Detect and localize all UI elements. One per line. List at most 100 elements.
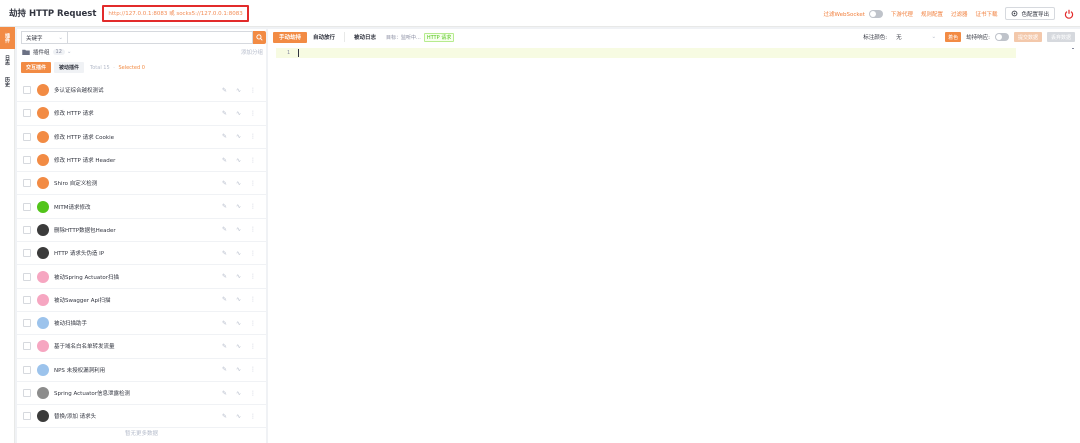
activity-icon[interactable]: ∿ [236,366,241,373]
plugin-checkbox[interactable] [23,179,31,188]
activity-icon[interactable]: ∿ [236,413,241,420]
plugin-checkbox[interactable] [23,295,31,304]
plugin-list-item[interactable]: 被动扫描助手 ✎ ∿ ⋮ [17,312,266,336]
more-icon[interactable]: ⋮ [250,110,256,117]
edit-icon[interactable]: ✎ [222,203,227,210]
activity-icon[interactable]: ∿ [236,343,241,350]
activity-icon[interactable]: ∿ [236,320,241,327]
more-icon[interactable]: ⋮ [250,366,256,373]
plugin-checkbox[interactable] [23,202,31,211]
activity-icon[interactable]: ∿ [236,203,241,210]
plugin-list-item[interactable]: 删除HTTP数据包Header ✎ ∿ ⋮ [17,219,266,243]
highlight-button[interactable]: 着色 [945,32,962,42]
plugin-list-item[interactable]: 基于域名白名单转发流量 ✎ ∿ ⋮ [17,335,266,359]
passive-log-button[interactable]: 被动日志 [348,32,382,43]
plugin-list-item[interactable]: NPS 未授权漏洞利用 ✎ ∿ ⋮ [17,359,266,382]
edit-icon[interactable]: ✎ [222,250,227,257]
plugin-list-item[interactable]: 修改 HTTP 请求 Header ✎ ∿ ⋮ [17,149,266,173]
activity-icon[interactable]: ∿ [236,273,241,280]
plugin-list-item[interactable]: 多认证综合越权测试 ✎ ∿ ⋮ [17,79,266,103]
activity-icon[interactable]: ∿ [236,296,241,303]
plugin-checkbox[interactable] [23,319,31,328]
plugin-checkbox[interactable] [23,86,31,95]
chevron-down-icon[interactable]: ⌄ [67,49,72,55]
edit-icon[interactable]: ✎ [222,226,227,233]
more-icon[interactable]: ⋮ [250,390,256,397]
color-select[interactable]: 无 ⌄ [892,32,940,43]
edit-icon[interactable]: ✎ [222,343,227,350]
more-icon[interactable]: ⋮ [250,87,256,94]
plugin-checkbox[interactable] [23,132,31,141]
cert-download-link[interactable]: 证书下载 [975,10,997,18]
plugin-checkbox[interactable] [23,156,31,165]
activity-icon[interactable]: ∿ [236,110,241,117]
activity-icon[interactable]: ∿ [236,226,241,233]
activity-icon[interactable]: ∿ [236,250,241,257]
more-icon[interactable]: ⋮ [250,413,256,420]
side-tab-history[interactable]: 历史 [0,71,15,93]
request-editor[interactable]: 1 [276,48,1016,58]
plugin-list-item[interactable]: MITM请求修改 ✎ ∿ ⋮ [17,195,266,219]
plugin-list-item[interactable]: 修改 HTTP 请求 Cookie ✎ ∿ ⋮ [17,126,266,149]
power-icon[interactable] [1063,8,1074,19]
plugin-list-item[interactable]: Spring Actuator信息泄露检测 ✎ ∿ ⋮ [17,382,266,406]
more-icon[interactable]: ⋮ [250,226,256,233]
search-button[interactable] [253,31,266,44]
side-tab-plugins[interactable]: 插件 [0,27,15,49]
more-icon[interactable]: ⋮ [250,203,256,210]
edit-icon[interactable]: ✎ [222,180,227,187]
edit-icon[interactable]: ✎ [222,87,227,94]
tab-passive-plugins[interactable]: 被动插件 [54,62,85,73]
edit-icon[interactable]: ✎ [222,390,227,397]
plugin-checkbox[interactable] [23,109,31,118]
more-icon[interactable]: ⋮ [250,180,256,187]
edit-icon[interactable]: ✎ [222,320,227,327]
manual-hijack-button[interactable]: 手动劫持 [273,31,308,43]
websocket-filter-toggle[interactable] [868,9,883,18]
activity-icon[interactable]: ∿ [236,180,241,187]
plugin-list-item[interactable]: 被动Spring Actuator扫描 ✎ ∿ ⋮ [17,265,266,289]
plugin-list-item[interactable]: HTTP 请求头伪造 IP ✎ ∿ ⋮ [17,242,266,266]
plugin-list-item[interactable]: 修改 HTTP 请求 ✎ ∿ ⋮ [17,102,266,126]
activity-icon[interactable]: ∿ [236,133,241,140]
submit-data-button[interactable]: 提交数据 [1013,32,1042,42]
activity-icon[interactable]: ∿ [236,87,241,94]
editor-scrollbar[interactable] [1072,48,1074,49]
auto-pass-button[interactable]: 自动放行 [307,32,341,43]
more-icon[interactable]: ⋮ [250,343,256,350]
plugin-checkbox[interactable] [23,389,31,397]
more-icon[interactable]: ⋮ [250,250,256,257]
config-export-button[interactable]: 色配置导出 [1005,7,1055,20]
tab-interactive-plugins[interactable]: 交互插件 [21,62,52,73]
rule-config-link[interactable]: 规则配置 [921,10,943,18]
plugin-checkbox[interactable] [23,225,31,234]
more-icon[interactable]: ⋮ [250,296,256,303]
edit-icon[interactable]: ✎ [222,413,227,420]
side-tab-log[interactable]: 日志 [0,49,15,71]
activity-icon[interactable]: ∿ [236,157,241,164]
downstream-proxy-link[interactable]: 下游代理 [891,10,913,18]
search-type-select[interactable]: 关键字 ⌄ [21,31,67,44]
plugin-checkbox[interactable] [23,365,31,374]
edit-icon[interactable]: ✎ [222,366,227,373]
edit-icon[interactable]: ✎ [222,110,227,117]
discard-data-button[interactable]: 丢弃数据 [1046,32,1075,42]
add-group-link[interactable]: 添加分组 [241,48,263,56]
hijack-response-toggle[interactable] [994,33,1009,41]
search-input[interactable] [67,31,253,44]
plugin-checkbox[interactable] [23,249,31,258]
plugin-group-label[interactable]: 插件组 [33,48,50,56]
plugin-list-item[interactable]: Shiro 自定义检测 ✎ ∿ ⋮ [17,172,266,196]
edit-icon[interactable]: ✎ [222,273,227,280]
more-icon[interactable]: ⋮ [250,157,256,164]
more-icon[interactable]: ⋮ [250,273,256,280]
plugin-list-item[interactable]: 被动Swagger Api扫描 ✎ ∿ ⋮ [17,289,266,312]
edit-icon[interactable]: ✎ [222,133,227,140]
filter-link[interactable]: 过滤器 [951,10,968,18]
edit-icon[interactable]: ✎ [222,296,227,303]
edit-icon[interactable]: ✎ [222,157,227,164]
plugin-checkbox[interactable] [23,342,31,351]
plugin-checkbox[interactable] [23,272,31,281]
more-icon[interactable]: ⋮ [250,320,256,327]
more-icon[interactable]: ⋮ [250,133,256,140]
